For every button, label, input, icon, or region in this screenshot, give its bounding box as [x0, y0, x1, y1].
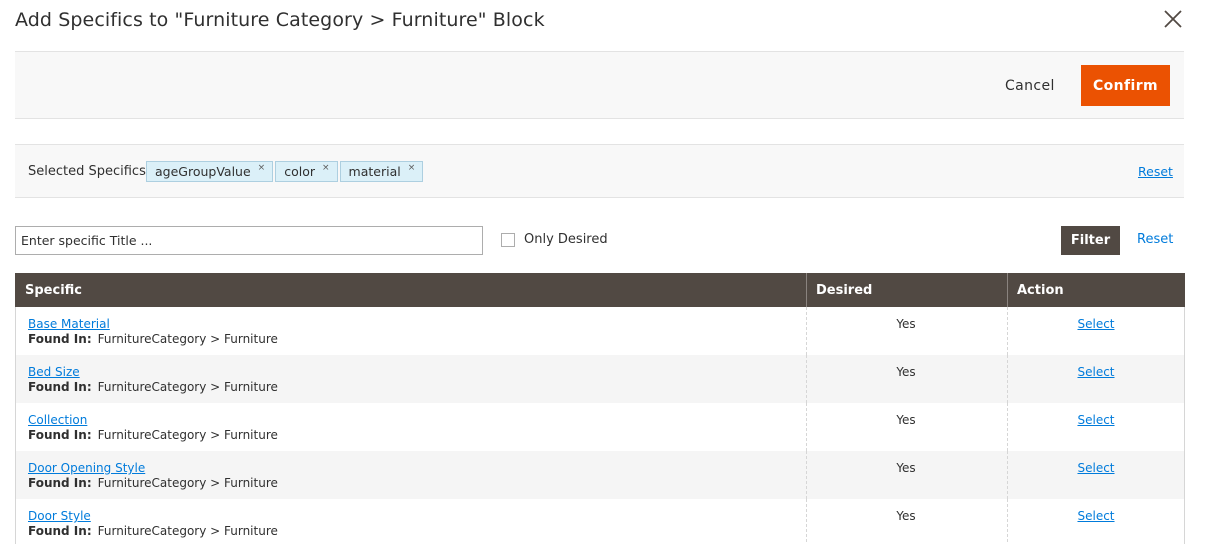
reset-filter-link[interactable]: Reset [1137, 232, 1173, 247]
found-in: Found In: FurnitureCategory > Furniture [28, 524, 806, 538]
desired-cell: Yes [806, 499, 1008, 544]
chip-label: ageGroupValue [155, 164, 251, 179]
chip-material: material × [339, 161, 424, 182]
action-cell: Select [1007, 451, 1185, 499]
checkbox-icon[interactable] [501, 232, 515, 247]
found-in-label: Found In: [28, 524, 92, 538]
cancel-button[interactable]: Cancel [990, 68, 1070, 104]
specific-cell: Bed Size Found In: FurnitureCategory > Fu… [15, 355, 807, 403]
found-in-value: FurnitureCategory > Furniture [97, 524, 278, 538]
found-in: Found In: FurnitureCategory > Furniture [28, 476, 806, 490]
table-row: Door Style Found In: FurnitureCategory > … [15, 499, 1185, 544]
modal-title: Add Specifics to "Furniture Category > F… [15, 9, 545, 31]
remove-chip-icon[interactable]: × [322, 163, 330, 173]
desired-cell: Yes [806, 307, 1008, 355]
column-header-desired: Desired [806, 273, 1008, 307]
specific-cell: Door Style Found In: FurnitureCategory > … [15, 499, 807, 544]
modal-action-bar: Cancel Confirm [15, 51, 1184, 119]
found-in-label: Found In: [28, 332, 92, 346]
table-row: Door Opening Style Found In: FurnitureCat… [15, 451, 1185, 499]
desired-cell: Yes [806, 451, 1008, 499]
found-in: Found In: FurnitureCategory > Furniture [28, 380, 806, 394]
action-cell: Select [1007, 355, 1185, 403]
filter-button[interactable]: Filter [1061, 226, 1120, 255]
select-link[interactable]: Select [1077, 461, 1114, 475]
specifics-grid: Specific Desired Action Base Material Fo… [15, 273, 1185, 544]
found-in-value: FurnitureCategory > Furniture [97, 332, 278, 346]
remove-chip-icon[interactable]: × [408, 163, 416, 173]
confirm-button[interactable]: Confirm [1081, 65, 1170, 106]
grid-header-row: Specific Desired Action [15, 273, 1185, 307]
selected-specifics-bar: Selected Specifics ageGroupValue × color… [15, 144, 1184, 198]
found-in-value: FurnitureCategory > Furniture [97, 428, 278, 442]
found-in: Found In: FurnitureCategory > Furniture [28, 332, 806, 346]
column-header-action: Action [1007, 273, 1185, 307]
select-link[interactable]: Select [1077, 365, 1114, 379]
specific-link[interactable]: Bed Size [28, 365, 80, 379]
specific-cell: Door Opening Style Found In: FurnitureCat… [15, 451, 807, 499]
specific-link[interactable]: Collection [28, 413, 87, 427]
select-link[interactable]: Select [1077, 317, 1114, 331]
close-icon[interactable] [1160, 6, 1186, 32]
table-row: Bed Size Found In: FurnitureCategory > Fu… [15, 355, 1185, 403]
found-in-value: FurnitureCategory > Furniture [97, 476, 278, 490]
reset-selected-link[interactable]: Reset [1138, 164, 1173, 179]
found-in-label: Found In: [28, 476, 92, 490]
action-cell: Select [1007, 403, 1185, 451]
desired-cell: Yes [806, 403, 1008, 451]
chip-label: color [284, 164, 315, 179]
specific-cell: Collection Found In: FurnitureCategory > … [15, 403, 807, 451]
select-link[interactable]: Select [1077, 413, 1114, 427]
desired-cell: Yes [806, 355, 1008, 403]
chip-agegroupvalue: ageGroupValue × [146, 161, 274, 182]
specific-link[interactable]: Base Material [28, 317, 110, 331]
select-link[interactable]: Select [1077, 509, 1114, 523]
found-in: Found In: FurnitureCategory > Furniture [28, 428, 806, 442]
specific-link[interactable]: Door Opening Style [28, 461, 145, 475]
action-cell: Select [1007, 499, 1185, 544]
only-desired-label: Only Desired [524, 232, 608, 247]
chip-color: color × [275, 161, 338, 182]
specific-title-search-input[interactable] [15, 226, 483, 255]
action-cell: Select [1007, 307, 1185, 355]
only-desired-toggle[interactable]: Only Desired [501, 232, 608, 247]
specific-link[interactable]: Door Style [28, 509, 91, 523]
table-row: Base Material Found In: FurnitureCategory… [15, 307, 1185, 355]
table-row: Collection Found In: FurnitureCategory > … [15, 403, 1185, 451]
selected-chips: ageGroupValue × color × material × [146, 161, 424, 182]
specific-cell: Base Material Found In: FurnitureCategory… [15, 307, 807, 355]
found-in-value: FurnitureCategory > Furniture [97, 380, 278, 394]
column-header-specific: Specific [15, 273, 807, 307]
remove-chip-icon[interactable]: × [258, 163, 266, 173]
found-in-label: Found In: [28, 380, 92, 394]
found-in-label: Found In: [28, 428, 92, 442]
selected-specifics-label: Selected Specifics [28, 164, 146, 179]
chip-label: material [348, 164, 401, 179]
